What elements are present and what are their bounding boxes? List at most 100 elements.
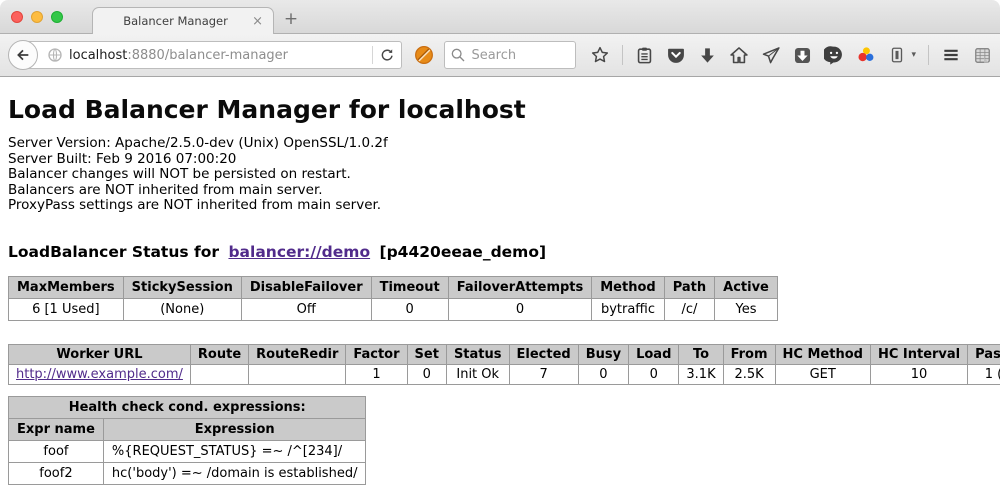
cell-route <box>190 364 248 384</box>
globe-icon <box>47 47 63 63</box>
send-tab-button[interactable] <box>761 45 781 65</box>
column-header: From <box>723 344 775 364</box>
new-tab-button[interactable]: + <box>274 7 308 33</box>
video-download-button[interactable] <box>793 46 812 65</box>
server-version-line: Server Version: Apache/2.5.0-dev (Unix) … <box>8 136 1000 152</box>
column-header: HC Interval <box>870 344 967 364</box>
colored-dots-extension-button[interactable] <box>856 45 876 65</box>
cell-set: 0 <box>407 364 446 384</box>
column-header: RouteRedir <box>249 344 346 364</box>
proxypass-notice-line: ProxyPass settings are NOT inherited fro… <box>8 198 1000 214</box>
cell-passes: 1 (0) <box>968 364 1000 384</box>
downloads-button[interactable] <box>698 46 717 65</box>
table-row: 6 [1 Used] (None) Off 0 0 bytraffic /c/ … <box>9 298 778 320</box>
column-header: Status <box>446 344 509 364</box>
browser-window: Balancer Manager × + localhost:8880/bala… <box>0 0 1000 491</box>
heading-prefix: LoadBalancer Status for <box>8 243 219 261</box>
column-header: Path <box>664 276 714 298</box>
content-blocked-button[interactable] <box>414 45 434 65</box>
column-header: MaxMembers <box>9 276 124 298</box>
cell-elected: 7 <box>509 364 578 384</box>
divider <box>928 45 929 65</box>
table-title-row: Health check cond. expressions: <box>9 396 366 418</box>
cell-load: 0 <box>629 364 679 384</box>
column-header: Expression <box>103 418 366 440</box>
container-icon <box>888 46 906 64</box>
back-arrow-icon <box>15 47 31 63</box>
worker-url-link[interactable]: http://www.example.com/ <box>16 367 183 382</box>
feedback-smiley-button[interactable] <box>824 45 844 65</box>
reload-button[interactable] <box>379 47 395 63</box>
navigation-toolbar: localhost:8880/balancer-manager <box>0 34 1000 77</box>
health-check-table: Health check cond. expressions: Expr nam… <box>8 396 366 485</box>
cell-to: 3.1K <box>679 364 723 384</box>
column-header: Load <box>629 344 679 364</box>
tab-close-icon[interactable]: × <box>250 15 265 28</box>
back-button[interactable] <box>8 40 38 70</box>
send-plane-icon <box>761 45 781 65</box>
cell-hc-method: GET <box>775 364 870 384</box>
server-built-line: Server Built: Feb 9 2016 07:00:20 <box>8 152 1000 168</box>
traffic-lights <box>11 11 63 23</box>
url-domain: localhost <box>69 48 127 63</box>
table-header-row: Worker URL Route RouteRedir Factor Set S… <box>9 344 1000 364</box>
search-box <box>444 41 576 69</box>
tab-balancer-manager[interactable]: Balancer Manager × <box>92 7 274 34</box>
column-header: Busy <box>578 344 628 364</box>
column-header: Expr name <box>9 418 104 440</box>
home-button[interactable] <box>729 45 749 65</box>
balancer-status-heading: LoadBalancer Status for balancer://demo … <box>8 243 1000 261</box>
window-close-button[interactable] <box>11 11 23 23</box>
cell-expression: %{REQUEST_STATUS} =~ /^[234]/ <box>103 440 366 462</box>
cell-maxmembers: 6 [1 Used] <box>9 298 124 320</box>
reload-icon <box>379 47 395 63</box>
column-header: Method <box>592 276 664 298</box>
mosaic-grid-icon <box>973 46 992 65</box>
window-minimize-button[interactable] <box>31 11 43 23</box>
hamburger-menu-icon <box>941 45 961 65</box>
bookmark-star-icon <box>590 45 610 65</box>
balancer-demo-link[interactable]: balancer://demo <box>228 243 370 261</box>
cell-path: /c/ <box>664 298 714 320</box>
bookmark-star-button[interactable] <box>590 45 610 65</box>
cell-disablefailover: Off <box>241 298 371 320</box>
column-header: DisableFailover <box>241 276 371 298</box>
table-row: foof2 hc('body') =~ /domain is establish… <box>9 462 366 484</box>
cell-worker-url: http://www.example.com/ <box>9 364 191 384</box>
cell-from: 2.5K <box>723 364 775 384</box>
chevron-down-icon[interactable]: ▾ <box>911 50 916 60</box>
container-extension-button[interactable] <box>888 46 906 64</box>
search-icon <box>450 47 466 63</box>
worker-status-table: Worker URL Route RouteRedir Factor Set S… <box>8 344 1000 385</box>
titlebar: Balancer Manager × + <box>0 0 1000 34</box>
page-content: Load Balancer Manager for localhost Serv… <box>0 95 1000 491</box>
table-header-row: MaxMembers StickySession DisableFailover… <box>9 276 778 298</box>
url-text[interactable]: localhost:8880/balancer-manager <box>69 48 366 63</box>
reading-list-button[interactable] <box>635 46 654 65</box>
cell-stickysession: (None) <box>123 298 241 320</box>
cell-routeredir <box>249 364 346 384</box>
inherit-notice-line: Balancers are NOT inherited from main se… <box>8 183 1000 199</box>
url-path: :8880/balancer-manager <box>127 48 288 63</box>
colored-dots-icon <box>856 45 876 65</box>
url-bar[interactable]: localhost:8880/balancer-manager <box>22 41 402 69</box>
pocket-button[interactable] <box>666 45 686 65</box>
table-row: foof %{REQUEST_STATUS} =~ /^[234]/ <box>9 440 366 462</box>
mosaic-extension-button[interactable] <box>973 46 992 65</box>
divider <box>622 45 623 65</box>
health-table-title: Health check cond. expressions: <box>9 396 366 418</box>
page-title: Load Balancer Manager for localhost <box>8 95 1000 124</box>
reading-list-icon <box>635 46 654 65</box>
heading-suffix: [p4420eeae_demo] <box>380 243 547 261</box>
window-zoom-button[interactable] <box>51 11 63 23</box>
cell-active: Yes <box>715 298 778 320</box>
cell-status: Init Ok <box>446 364 509 384</box>
toolbar-buttons: ▾ <box>590 45 992 65</box>
column-header: StickySession <box>123 276 241 298</box>
menu-button[interactable] <box>941 45 961 65</box>
cell-hc-interval: 10 <box>870 364 967 384</box>
column-header: Set <box>407 344 446 364</box>
column-header: Route <box>190 344 248 364</box>
home-icon <box>729 45 749 65</box>
divider <box>372 46 373 64</box>
